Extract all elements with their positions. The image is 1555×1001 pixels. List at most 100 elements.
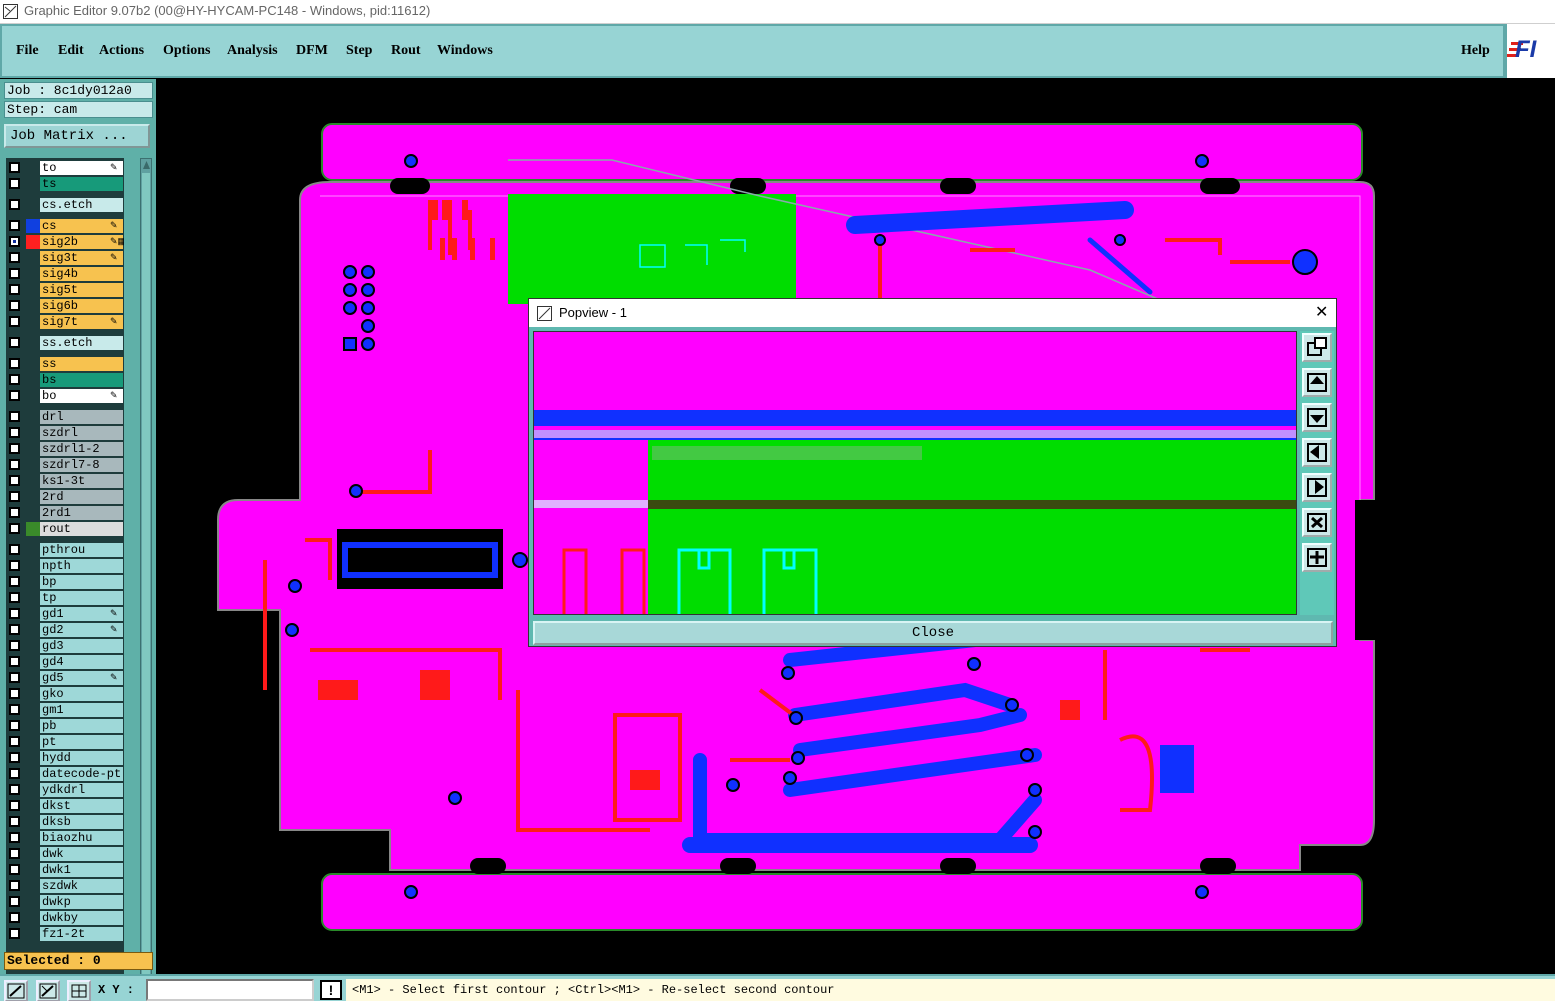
popview-canvas[interactable]: [533, 331, 1297, 615]
layer-name[interactable]: pthrou: [40, 543, 123, 557]
layer-checkbox[interactable]: [9, 443, 20, 454]
layer-name[interactable]: bs: [40, 373, 123, 387]
layer-row-sig6b[interactable]: sig6b: [6, 298, 124, 314]
layer-name[interactable]: gd4: [40, 655, 123, 669]
layer-row-bs[interactable]: bs: [6, 372, 124, 388]
pan-down-icon[interactable]: [1302, 403, 1332, 432]
layer-name[interactable]: sig6b: [40, 299, 123, 313]
layer-name[interactable]: bp: [40, 575, 123, 589]
menu-edit[interactable]: Edit: [58, 43, 84, 59]
layer-checkbox[interactable]: [9, 768, 20, 779]
layer-row-sig3t[interactable]: sig3t ✎: [6, 250, 124, 266]
layer-checkbox[interactable]: [9, 475, 20, 486]
layer-checkbox[interactable]: [9, 640, 20, 651]
menu-analysis[interactable]: Analysis: [227, 43, 278, 59]
layer-row-npth[interactable]: npth: [6, 558, 124, 574]
layer-name[interactable]: biaozhu: [40, 831, 123, 845]
layer-row-biaozhu[interactable]: biaozhu: [6, 830, 124, 846]
layer-row-szdwk[interactable]: szdwk: [6, 878, 124, 894]
layer-checkbox[interactable]: [9, 672, 20, 683]
layer-name[interactable]: cs.etch: [40, 198, 123, 212]
layer-row-gd4[interactable]: gd4: [6, 654, 124, 670]
layer-name[interactable]: szdwk: [40, 879, 123, 893]
layer-name[interactable]: pb: [40, 719, 123, 733]
layer-row-pthrou[interactable]: pthrou: [6, 542, 124, 558]
layer-row-gd3[interactable]: gd3: [6, 638, 124, 654]
layer-checkbox[interactable]: [9, 178, 20, 189]
layer-checkbox[interactable]: [9, 704, 20, 715]
layer-row-hydd[interactable]: hydd: [6, 750, 124, 766]
layer-checkbox[interactable]: [9, 720, 20, 731]
layer-row-sig4b[interactable]: sig4b: [6, 266, 124, 282]
layer-row-dwkp[interactable]: dwkp: [6, 894, 124, 910]
layer-checkbox[interactable]: [9, 912, 20, 923]
layer-checkbox[interactable]: [9, 880, 20, 891]
layer-row-tp[interactable]: tp: [6, 590, 124, 606]
layer-row-dwkby[interactable]: dwkby: [6, 910, 124, 926]
layer-row-2rd[interactable]: 2rd: [6, 489, 124, 505]
layer-checkbox[interactable]: [9, 199, 20, 210]
layer-name[interactable]: ts: [40, 177, 123, 191]
layer-name[interactable]: drl: [40, 410, 123, 424]
layer-checkbox[interactable]: [9, 337, 20, 348]
scrollbar-thumb[interactable]: [142, 173, 150, 1001]
layer-name[interactable]: szdrl7-8: [40, 458, 123, 472]
layer-row-to[interactable]: to ✎: [6, 160, 124, 176]
layer-checkbox[interactable]: [9, 220, 20, 231]
layer-checkbox[interactable]: [9, 268, 20, 279]
layer-row-szdrl[interactable]: szdrl: [6, 425, 124, 441]
menu-rout[interactable]: Rout: [391, 43, 421, 59]
measure-tool-icon[interactable]: [36, 980, 60, 1001]
layer-color-swatch[interactable]: [26, 235, 40, 249]
layer-row-dksb[interactable]: dksb: [6, 814, 124, 830]
popview-close-button[interactable]: Close: [533, 621, 1333, 645]
layer-row-gd5[interactable]: gd5 ✎: [6, 670, 124, 686]
layer-name[interactable]: hydd: [40, 751, 123, 765]
layer-checkbox[interactable]: [9, 560, 20, 571]
menu-actions[interactable]: Actions: [99, 43, 144, 59]
layer-row-dkst[interactable]: dkst: [6, 798, 124, 814]
layer-checkbox[interactable]: [9, 736, 20, 747]
xy-coordinate-input[interactable]: [146, 979, 314, 1001]
layer-name[interactable]: 2rd1: [40, 506, 123, 520]
layer-color-swatch[interactable]: [26, 219, 40, 233]
pan-up-icon[interactable]: [1302, 368, 1332, 397]
layer-checkbox[interactable]: [9, 300, 20, 311]
layer-checkbox[interactable]: [9, 284, 20, 295]
layer-checkbox[interactable]: [9, 784, 20, 795]
grid-tool-icon[interactable]: [67, 980, 91, 1001]
layer-checkbox[interactable]: [9, 848, 20, 859]
layer-name[interactable]: dwk1: [40, 863, 123, 877]
layer-checkbox[interactable]: [9, 832, 20, 843]
layer-name[interactable]: dkst: [40, 799, 123, 813]
zoom-out-icon[interactable]: [1302, 543, 1332, 572]
layer-checkbox[interactable]: [9, 252, 20, 263]
layer-checkbox[interactable]: [9, 800, 20, 811]
layer-row-bp[interactable]: bp: [6, 574, 124, 590]
layer-name[interactable]: ks1-3t: [40, 474, 123, 488]
layer-row-sig7t[interactable]: sig7t ✎: [6, 314, 124, 330]
layer-row-cs.etch[interactable]: cs.etch: [6, 197, 124, 213]
layer-row-bo[interactable]: bo ✎: [6, 388, 124, 404]
layer-checkbox[interactable]: [9, 491, 20, 502]
layer-checkbox[interactable]: [9, 427, 20, 438]
job-matrix-button[interactable]: Job Matrix ...: [4, 124, 150, 148]
layer-row-pt[interactable]: pt: [6, 734, 124, 750]
layer-scrollbar[interactable]: [140, 158, 152, 1001]
layer-checkbox[interactable]: [9, 523, 20, 534]
layer-row-ks1-3t[interactable]: ks1-3t: [6, 473, 124, 489]
layer-row-drl[interactable]: drl: [6, 409, 124, 425]
layer-checkbox[interactable]: [9, 752, 20, 763]
menu-file[interactable]: File: [16, 43, 39, 59]
warning-icon[interactable]: !: [320, 980, 342, 1000]
layer-checkbox[interactable]: [9, 896, 20, 907]
layer-checkbox[interactable]: [9, 544, 20, 555]
layer-name[interactable]: gd3: [40, 639, 123, 653]
layer-checkbox[interactable]: [9, 358, 20, 369]
layer-name[interactable]: dksb: [40, 815, 123, 829]
menu-options[interactable]: Options: [163, 43, 210, 59]
layer-name[interactable]: 2rd: [40, 490, 123, 504]
layer-checkbox[interactable]: [9, 411, 20, 422]
menu-windows[interactable]: Windows: [437, 43, 493, 59]
layer-row-dwk[interactable]: dwk: [6, 846, 124, 862]
